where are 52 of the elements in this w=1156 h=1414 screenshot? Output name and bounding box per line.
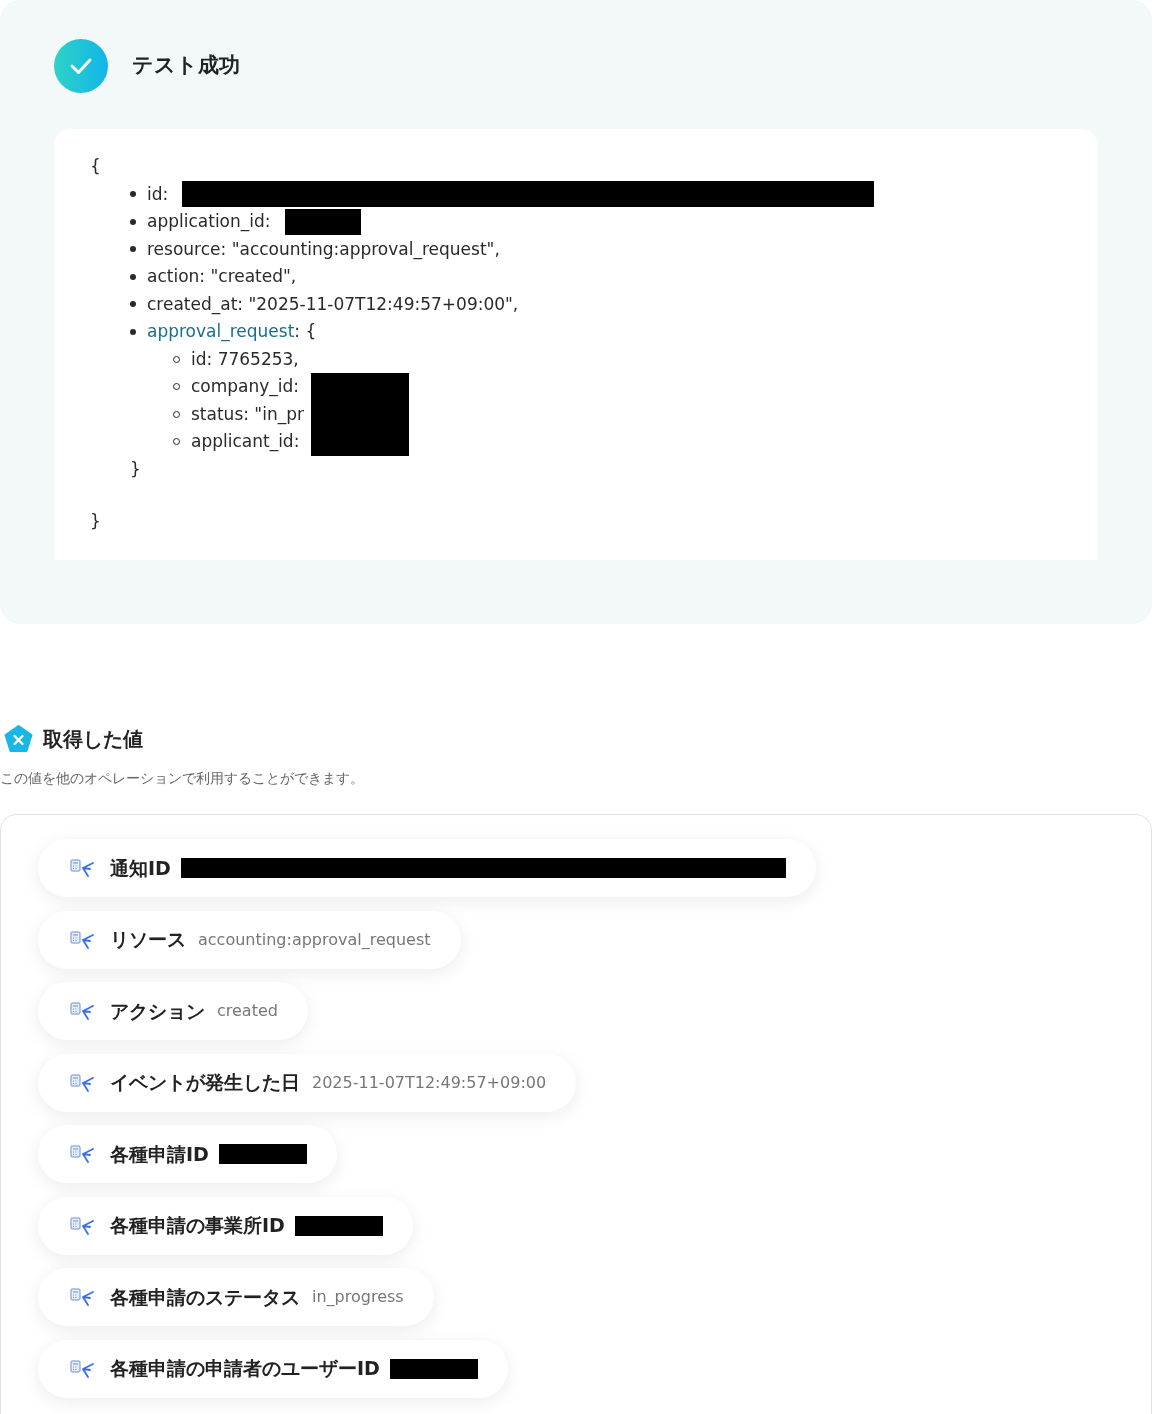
- value-chip[interactable]: 各種申請の事業所ID: [38, 1196, 413, 1255]
- value-chip[interactable]: アクション created: [38, 982, 308, 1040]
- bullet-icon: [130, 246, 136, 253]
- value-text: 2025-11-07T12:49:57+09:00: [312, 1071, 547, 1094]
- value-text: created: [217, 1000, 278, 1022]
- value-label: 各種申請のステータス: [110, 1284, 300, 1310]
- json-field: action: "created",: [147, 263, 297, 291]
- value-label: リソース: [110, 927, 186, 953]
- json-brace: {: [90, 155, 101, 178]
- calculator-arrow-icon: [70, 1072, 94, 1093]
- calculator-arrow-icon: [70, 1144, 94, 1164]
- bullet-icon: [130, 218, 136, 225]
- calculator-arrow-icon: [70, 1358, 94, 1379]
- json-field: created_at: "2025-11-07T12:49:57+09:00",: [147, 290, 519, 318]
- json-brace: }: [90, 510, 101, 533]
- bullet-icon: [130, 301, 136, 308]
- bullet-icon: [130, 273, 136, 280]
- value-chip[interactable]: リソース accounting:approval_request: [38, 910, 461, 969]
- value-chip[interactable]: 各種申請の申請者のユーザーID: [38, 1339, 508, 1398]
- calculator-arrow-icon: [70, 1001, 94, 1021]
- json-field: id:: [147, 180, 169, 208]
- check-icon: [54, 39, 108, 93]
- section-title: 取得した値: [43, 726, 143, 753]
- calculator-arrow-icon: [70, 929, 94, 950]
- value-chip[interactable]: 各種申請ID: [38, 1125, 337, 1183]
- pentagon-x-icon: [4, 725, 33, 753]
- json-field: application_id:: [147, 208, 271, 236]
- json-field: status: "in_pr: [191, 400, 304, 428]
- value-chip[interactable]: イベントが発生した日 2025-11-07T12:49:57+09:00: [38, 1053, 577, 1112]
- json-brace: }: [130, 457, 141, 481]
- value-text: in_progress: [312, 1286, 404, 1308]
- calculator-arrow-icon: [70, 858, 94, 878]
- value-text: accounting:approval_request: [198, 928, 431, 951]
- value-label: 各種申請の事業所ID: [110, 1213, 285, 1239]
- section-description: この値を他のオペレーションで利用することができます。: [0, 769, 364, 788]
- value-label: 各種申請の申請者のユーザーID: [110, 1356, 380, 1382]
- value-chip[interactable]: 各種申請のステータス in_progress: [38, 1268, 434, 1326]
- value-label: 通知ID: [110, 855, 171, 881]
- bullet-icon: [130, 191, 136, 198]
- value-chip[interactable]: 通知ID: [38, 839, 816, 897]
- calculator-arrow-icon: [70, 1215, 94, 1236]
- value-label: アクション: [110, 998, 205, 1024]
- json-field: id: 7765253,: [191, 345, 299, 373]
- json-field: applicant_id:: [191, 428, 300, 456]
- bullet-icon: [130, 328, 136, 335]
- value-label: イベントが発生した日: [110, 1070, 300, 1096]
- value-label: 各種申請ID: [110, 1141, 209, 1167]
- json-field: company_id:: [191, 373, 300, 401]
- json-field: approval_request: {: [147, 318, 317, 346]
- result-title: テスト成功: [132, 52, 240, 80]
- json-field: resource: "accounting:approval_request",: [147, 235, 500, 263]
- calculator-arrow-icon: [70, 1287, 94, 1307]
